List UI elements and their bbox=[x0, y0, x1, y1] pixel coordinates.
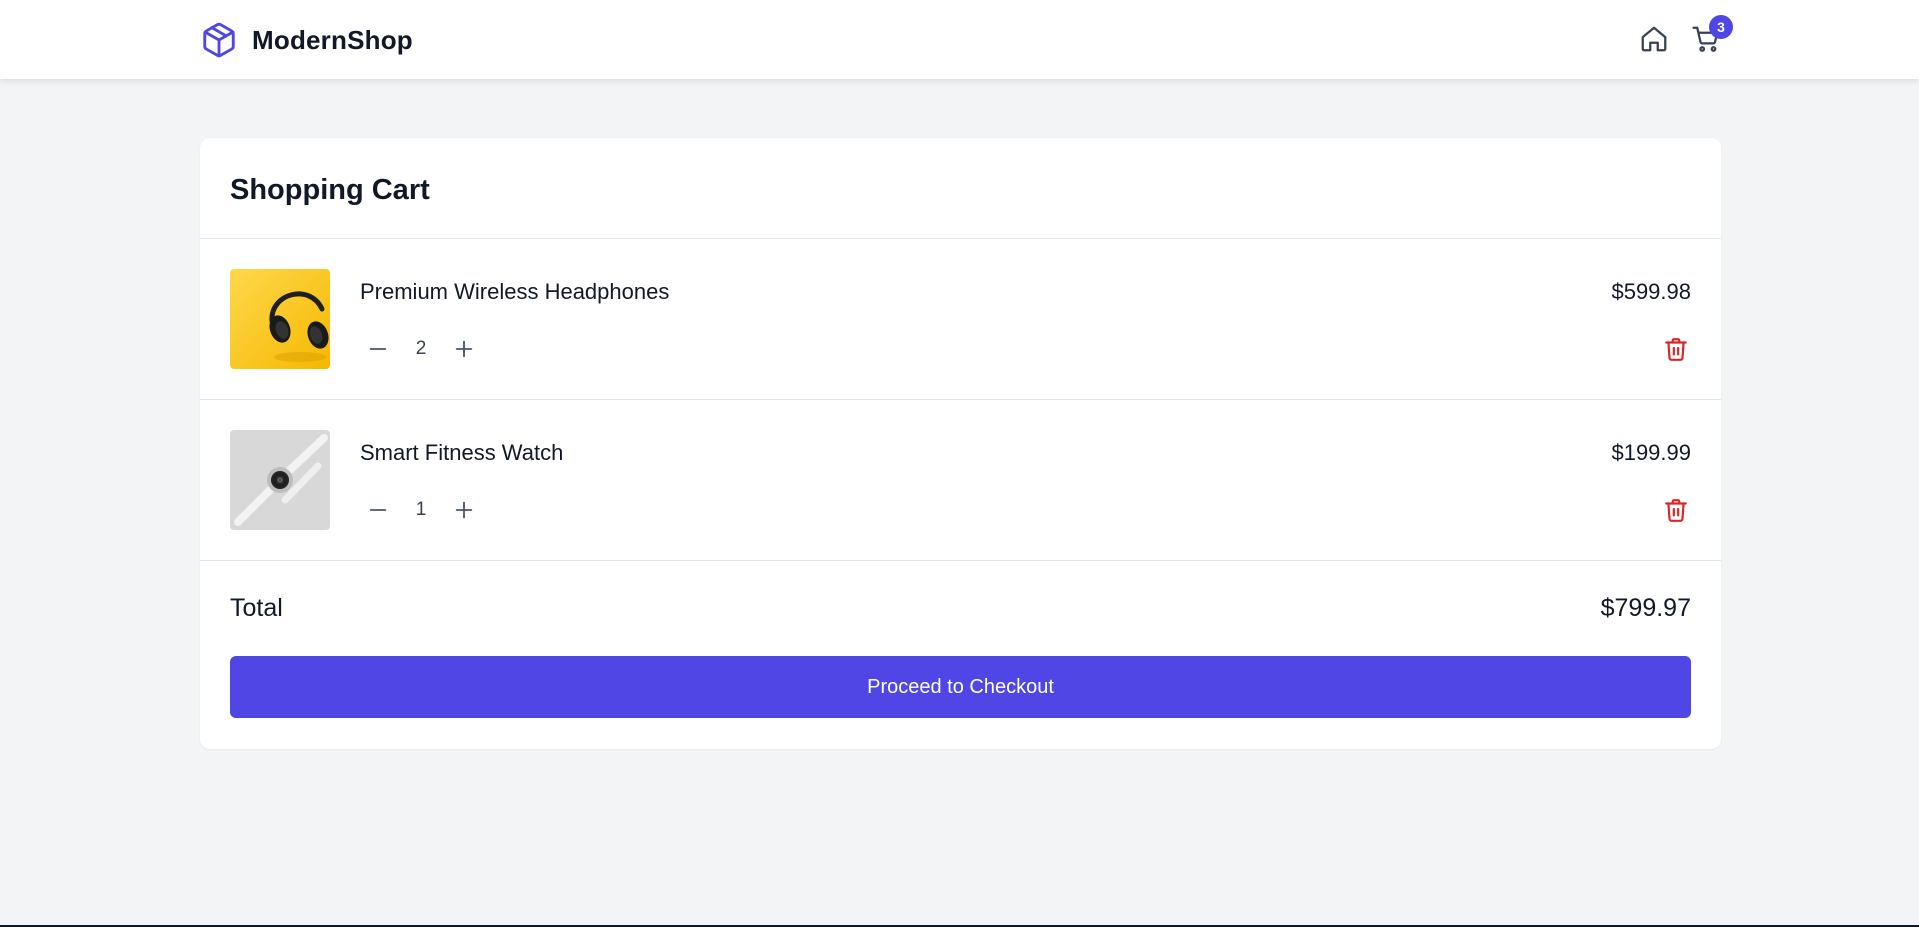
cart-button[interactable]: 3 bbox=[1688, 15, 1733, 60]
divider bbox=[200, 560, 1721, 561]
minus-icon bbox=[369, 348, 387, 350]
cart-count-badge: 3 bbox=[1709, 15, 1733, 39]
total-value: $799.97 bbox=[1600, 594, 1691, 622]
top-navbar: ModernShop 3 bbox=[0, 0, 1919, 79]
quantity-value: 2 bbox=[415, 338, 427, 359]
box-icon bbox=[203, 22, 235, 58]
home-icon bbox=[1641, 26, 1667, 52]
quantity-value: 1 bbox=[415, 499, 427, 520]
product-name: Premium Wireless Headphones bbox=[360, 279, 670, 304]
remove-item-button[interactable] bbox=[1661, 333, 1691, 365]
cart-item: Premium Wireless Headphones 2 $599.98 bbox=[200, 239, 1721, 399]
plus-icon bbox=[455, 501, 473, 519]
decrease-quantity-button[interactable] bbox=[360, 492, 396, 528]
home-button[interactable] bbox=[1636, 18, 1672, 60]
nav-icons: 3 bbox=[1636, 15, 1733, 60]
checkout-button[interactable]: Proceed to Checkout bbox=[230, 656, 1691, 718]
brand-name: ModernShop bbox=[252, 24, 413, 55]
product-name: Smart Fitness Watch bbox=[360, 440, 564, 465]
brand[interactable]: ModernShop bbox=[200, 20, 413, 60]
trash-icon bbox=[1665, 499, 1687, 522]
increase-quantity-button[interactable] bbox=[446, 492, 482, 528]
headphones-image bbox=[230, 269, 330, 369]
page-title: Shopping Cart bbox=[230, 174, 430, 206]
shopping-cart-card: Shopping Cart Premium Wireless Headphone… bbox=[200, 138, 1721, 749]
product-image-watch bbox=[230, 430, 330, 530]
increase-quantity-button[interactable] bbox=[446, 331, 482, 367]
plus-icon bbox=[455, 340, 473, 358]
trash-icon bbox=[1665, 338, 1687, 361]
item-price: $199.99 bbox=[1611, 440, 1691, 465]
smartwatch-image bbox=[230, 430, 330, 530]
total-label: Total bbox=[230, 594, 283, 622]
quantity-stepper: 1 bbox=[360, 492, 482, 528]
product-image-headphones bbox=[230, 269, 330, 369]
decrease-quantity-button[interactable] bbox=[360, 331, 396, 367]
item-price: $599.98 bbox=[1611, 279, 1691, 304]
cart-item: Smart Fitness Watch 1 $199.99 bbox=[200, 400, 1721, 560]
remove-item-button[interactable] bbox=[1661, 494, 1691, 526]
quantity-stepper: 2 bbox=[360, 331, 482, 367]
minus-icon bbox=[369, 509, 387, 511]
